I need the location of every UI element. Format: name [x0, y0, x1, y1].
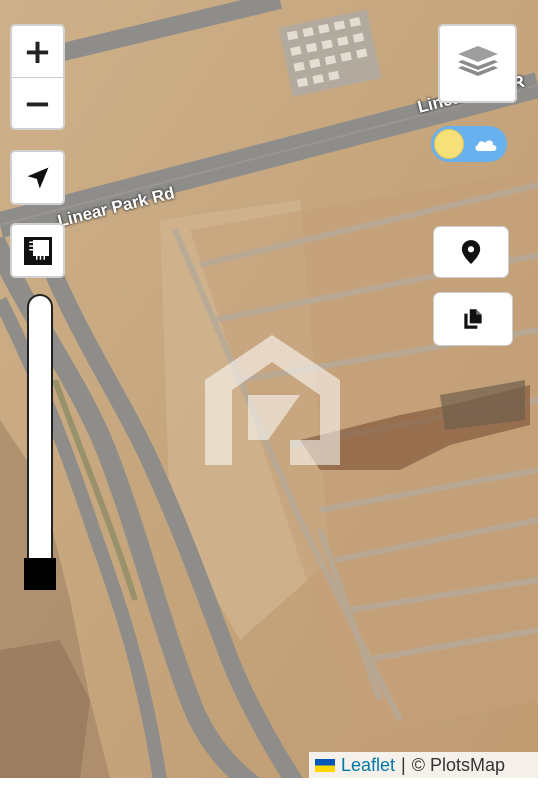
- copy-icon: [464, 309, 482, 329]
- zoom-in-button[interactable]: +: [12, 26, 63, 77]
- navigation-arrow-icon: [27, 167, 48, 188]
- opacity-slider[interactable]: [24, 294, 56, 590]
- slider-handle[interactable]: [24, 558, 56, 590]
- layers-button[interactable]: [438, 24, 517, 103]
- measure-button[interactable]: [10, 223, 65, 278]
- satellite-imagery: [0, 0, 538, 778]
- ukraine-flag-icon: [315, 758, 335, 772]
- copy-button[interactable]: [433, 292, 513, 346]
- zoom-out-button[interactable]: −: [12, 77, 63, 129]
- day-night-toggle[interactable]: [431, 126, 507, 162]
- map-pin-icon: [461, 240, 481, 264]
- attribution-separator: |: [401, 754, 406, 775]
- locate-button[interactable]: [10, 150, 65, 205]
- attribution-bar: Leaflet | © PlotsMap: [309, 752, 538, 778]
- satellite-map[interactable]: Linear Park Rd Linear Park R + −: [0, 0, 538, 778]
- zoom-control: + −: [10, 24, 65, 130]
- ruler-icon: [23, 236, 52, 265]
- cloud-icon: [475, 140, 497, 151]
- layers-icon: [457, 45, 498, 76]
- plotsmap-copyright[interactable]: © PlotsMap: [412, 755, 505, 776]
- sun-icon: [434, 129, 464, 159]
- drop-pin-button[interactable]: [433, 226, 509, 278]
- leaflet-link[interactable]: Leaflet: [341, 755, 395, 776]
